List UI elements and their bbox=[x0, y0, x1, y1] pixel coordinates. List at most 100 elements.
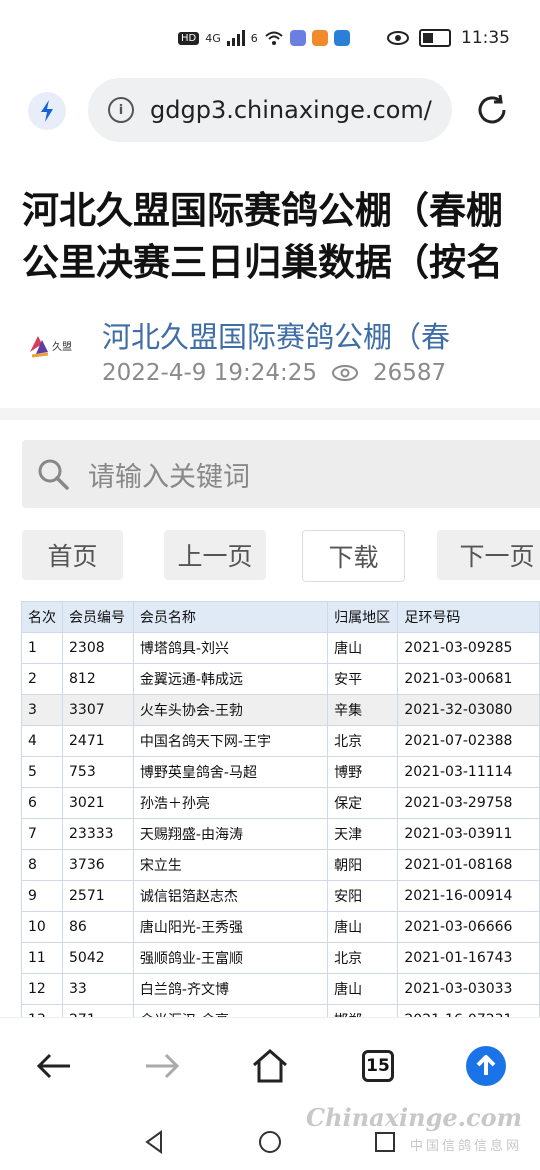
cell-ring-number: 2021-01-08168 bbox=[397, 849, 540, 881]
cell-ring-number: 2021-16-00914 bbox=[397, 880, 540, 912]
forward-arrow-icon[interactable] bbox=[142, 1046, 182, 1086]
system-home-icon[interactable] bbox=[258, 1130, 282, 1154]
cell-rank: 2 bbox=[21, 663, 63, 695]
cell-rank: 7 bbox=[21, 818, 63, 850]
cell-ring-number: 2021-03-09285 bbox=[397, 632, 540, 664]
publish-datetime: 2022-4-9 19:24:25 bbox=[102, 360, 318, 386]
cell-member-name: 强顺鸽业-王富顺 bbox=[132, 942, 329, 974]
scroll-top-button[interactable] bbox=[466, 1046, 506, 1086]
search-input[interactable]: 请输入关键词 bbox=[88, 455, 250, 494]
cell-ring-number: 2021-03-29758 bbox=[397, 787, 540, 819]
system-back-icon[interactable] bbox=[143, 1130, 165, 1154]
cell-member-id: 33 bbox=[62, 973, 134, 1005]
system-recents-icon[interactable] bbox=[374, 1131, 396, 1153]
cell-rank: 3 bbox=[21, 694, 63, 726]
wifi-icon bbox=[265, 31, 283, 45]
home-icon[interactable] bbox=[250, 1046, 290, 1086]
info-icon[interactable]: i bbox=[108, 97, 134, 123]
cell-region: 安平 bbox=[327, 663, 399, 695]
battery-icon bbox=[419, 29, 451, 47]
reload-icon[interactable] bbox=[474, 92, 510, 128]
cell-member-name: 博塔鸽具-刘兴 bbox=[132, 632, 329, 664]
table-row: 2 812 金翼远通-韩成远 安平 2021-03-00681 bbox=[21, 663, 540, 695]
cell-ring-number: 2021-03-00681 bbox=[397, 663, 540, 695]
cell-ring-number: 2021-03-03033 bbox=[397, 973, 540, 1005]
prev-page-button[interactable]: 上一页 bbox=[164, 530, 266, 580]
results-table: 名次 会员编号 会员名称 归属地区 足环号码 1 2308 博塔鸽具-刘兴 唐山 202… bbox=[21, 601, 540, 1036]
tabs-button[interactable]: 15 bbox=[358, 1046, 398, 1086]
cell-member-id: 2571 bbox=[62, 880, 134, 912]
cell-region: 北京 bbox=[327, 725, 399, 757]
article-meta: 2022-4-9 19:24:25 26587 bbox=[102, 360, 446, 386]
address-bar[interactable]: i gdgp3.chinaxinge.com/ bbox=[88, 78, 452, 142]
cell-member-id: 86 bbox=[62, 911, 134, 943]
table-row: 4 2471 中国名鸽天下网-王宇 北京 2021-07-02388 bbox=[21, 725, 540, 757]
download-button[interactable]: 下载 bbox=[302, 530, 405, 582]
cell-member-name: 孙浩＋孙亮 bbox=[132, 787, 329, 819]
cell-rank: 11 bbox=[21, 942, 63, 974]
cell-region: 北京 bbox=[327, 942, 399, 974]
author-logo[interactable]: 久盟 bbox=[28, 330, 74, 360]
header-member-name: 会员名称 bbox=[132, 601, 329, 633]
cell-member-id: 3736 bbox=[62, 849, 134, 881]
views-eye-icon bbox=[332, 365, 359, 381]
article-title-line-2: 公里决赛三日归巢数据（按名 bbox=[22, 241, 503, 284]
cell-region: 保定 bbox=[327, 787, 399, 819]
header-region: 归属地区 bbox=[327, 601, 399, 633]
cell-member-name: 宋立生 bbox=[132, 849, 329, 881]
cell-rank: 9 bbox=[21, 880, 63, 912]
cell-rank: 1 bbox=[21, 632, 63, 664]
cell-region: 唐山 bbox=[327, 973, 399, 1005]
cell-member-name: 火车头协会-王勃 bbox=[132, 694, 329, 726]
cell-member-name: 白兰鸽-齐文博 bbox=[132, 973, 329, 1005]
cell-member-name: 天赐翔盛-由海涛 bbox=[132, 818, 329, 850]
cell-region: 朝阳 bbox=[327, 849, 399, 881]
cell-region: 唐山 bbox=[327, 911, 399, 943]
url-text[interactable]: gdgp3.chinaxinge.com/ bbox=[150, 96, 432, 124]
next-page-button[interactable]: 下一页 bbox=[437, 530, 540, 580]
tab-count: 15 bbox=[362, 1050, 394, 1082]
cell-member-id: 5042 bbox=[62, 942, 134, 974]
watermark-brand: Chinaxinge.com bbox=[306, 1103, 522, 1132]
table-row: 1 2308 博塔鸽具-刘兴 唐山 2021-03-09285 bbox=[21, 632, 540, 664]
search-bar[interactable]: 请输入关键词 bbox=[22, 440, 540, 508]
table-row: 11 5042 强顺鸽业-王富顺 北京 2021-01-16743 bbox=[21, 942, 540, 974]
cell-rank: 8 bbox=[21, 849, 63, 881]
weather-app-icon bbox=[333, 30, 350, 46]
cell-member-name: 金翼远通-韩成远 bbox=[132, 663, 329, 695]
arrow-up-icon bbox=[466, 1046, 506, 1086]
table-row: 8 3736 宋立生 朝阳 2021-01-08168 bbox=[21, 849, 540, 881]
table-row: 3 3307 火车头协会-王勃 辛集 2021-32-03080 bbox=[21, 694, 540, 726]
clock: 11:35 bbox=[461, 28, 510, 48]
app-orange-icon bbox=[311, 30, 328, 46]
author-name[interactable]: 河北久盟国际赛鸽公棚（春 bbox=[102, 314, 450, 356]
cell-member-id: 812 bbox=[62, 663, 134, 695]
logo-text: 久盟 bbox=[52, 341, 72, 353]
search-icon bbox=[38, 459, 69, 490]
lightning-icon[interactable] bbox=[28, 92, 66, 130]
cell-ring-number: 2021-32-03080 bbox=[397, 694, 540, 726]
cell-ring-number: 2021-03-03911 bbox=[397, 818, 540, 850]
table-row: 10 86 唐山阳光-王秀强 唐山 2021-03-06666 bbox=[21, 911, 540, 943]
music-app-icon bbox=[289, 30, 306, 46]
table-row: 5 753 博野英皇鸽舍-马超 博野 2021-03-11114 bbox=[21, 756, 540, 788]
watermark-subtitle: 中国信鸽信息网 bbox=[409, 1139, 522, 1154]
back-arrow-icon[interactable] bbox=[34, 1046, 74, 1086]
cell-member-name: 诚信铝箔赵志杰 bbox=[132, 880, 329, 912]
first-page-button[interactable]: 首页 bbox=[22, 530, 123, 580]
table-row: 9 2571 诚信铝箔赵志杰 安阳 2021-16-00914 bbox=[21, 880, 540, 912]
cell-member-id: 3307 bbox=[62, 694, 134, 726]
cell-member-id: 23333 bbox=[62, 818, 134, 850]
network-4g-icon: 4G bbox=[205, 31, 221, 45]
table-header-row: 名次 会员编号 会员名称 归属地区 足环号码 bbox=[21, 601, 540, 633]
table-row: 6 3021 孙浩＋孙亮 保定 2021-03-29758 bbox=[21, 787, 540, 819]
cell-member-id: 2308 bbox=[62, 632, 134, 664]
cell-region: 唐山 bbox=[327, 632, 399, 664]
article-title-line-1: 河北久盟国际赛鸽公棚（春棚 bbox=[22, 189, 503, 232]
status-bar: HD 4G 6 11:35 bbox=[0, 0, 540, 80]
wifi-6-icon: 6 bbox=[250, 31, 258, 45]
cell-rank: 4 bbox=[21, 725, 63, 757]
cell-ring-number: 2021-01-16743 bbox=[397, 942, 540, 974]
cell-ring-number: 2021-03-11114 bbox=[397, 756, 540, 788]
cell-rank: 10 bbox=[21, 911, 63, 943]
